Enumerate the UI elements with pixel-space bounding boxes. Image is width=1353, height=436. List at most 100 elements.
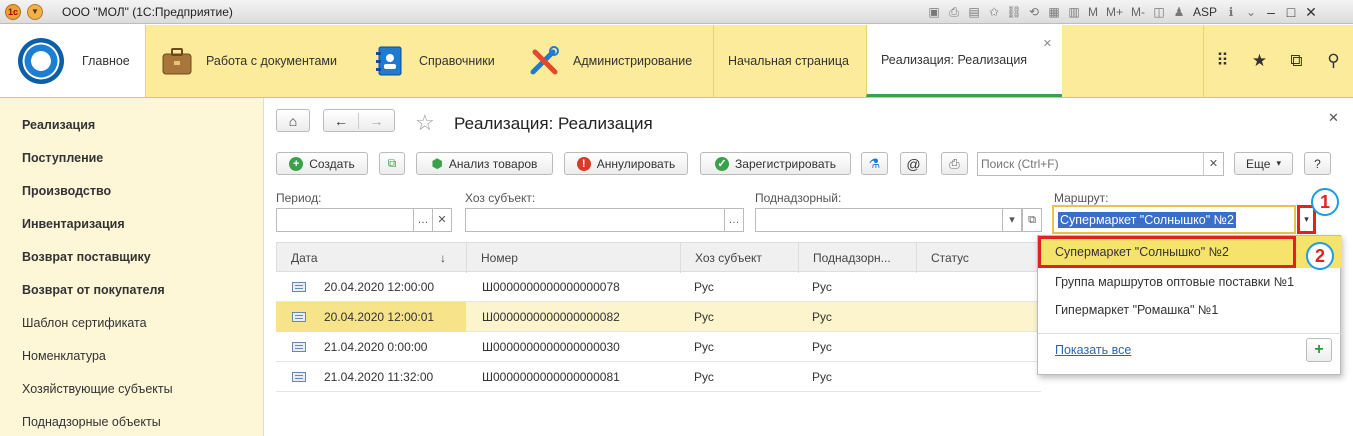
forward-icon[interactable]: →: [359, 113, 394, 129]
sidebar-item-sales[interactable]: Реализация: [22, 118, 95, 132]
cell-entity: Рус: [694, 280, 714, 294]
copy-button[interactable]: ⧉: [379, 152, 405, 175]
analysis-button[interactable]: ⬢ Анализ товаров: [416, 152, 553, 175]
info-icon[interactable]: ℹ: [1223, 4, 1239, 20]
copy-icon: ⧉: [387, 156, 397, 170]
search-field[interactable]: [981, 155, 1201, 173]
period-field[interactable]: [276, 208, 414, 232]
user-icon[interactable]: ♟: [1171, 4, 1187, 20]
back-icon[interactable]: ←: [324, 112, 360, 129]
check-shield-icon: ✓: [715, 156, 730, 171]
sidebar-item-nomenclature[interactable]: Номенклатура: [22, 349, 106, 363]
column-entity[interactable]: Хоз субъект: [681, 243, 799, 273]
supervised-field[interactable]: [755, 208, 1003, 232]
tools-icon: [530, 46, 559, 75]
search-input[interactable]: ✕: [977, 152, 1224, 176]
supervised-dropdown-icon[interactable]: ▾: [1002, 208, 1022, 232]
show-all-link[interactable]: Показать все: [1055, 343, 1131, 357]
table-row[interactable]: 21.04.2020 0:00:00 Ш0000000000000000030 …: [276, 332, 1041, 362]
period-clear-icon[interactable]: ✕: [432, 208, 452, 232]
history-icon[interactable]: ⟲: [1026, 4, 1042, 20]
favorites-icon[interactable]: ★: [1241, 25, 1278, 97]
clear-search-icon[interactable]: ✕: [1203, 153, 1223, 175]
minimize-button[interactable]: –: [1263, 4, 1279, 20]
memory-m-button[interactable]: M: [1086, 4, 1100, 20]
dropdown-item-romashka[interactable]: Гипермаркет "Ромашка" №1: [1038, 294, 1342, 326]
tab-start-page[interactable]: Начальная страница: [713, 25, 866, 97]
sidebar-item-cert-template[interactable]: Шаблон сертификата: [22, 316, 147, 330]
link-icon[interactable]: ⛓: [1006, 4, 1022, 20]
email-button[interactable]: @: [900, 152, 927, 175]
1c-logo-icon[interactable]: 1с: [5, 4, 21, 20]
entity-select-button[interactable]: …: [724, 208, 744, 232]
all-functions-icon[interactable]: ⠿: [1204, 25, 1241, 97]
route-selected-text: Супермаркет "Солнышко" №2: [1058, 212, 1236, 228]
close-window-button[interactable]: ✕: [1303, 4, 1319, 20]
create-button[interactable]: + Создать: [276, 152, 368, 175]
save-icon[interactable]: ▣: [926, 4, 942, 20]
section-home[interactable]: Главное: [0, 25, 146, 97]
chevron-down-icon[interactable]: ⌄: [1243, 4, 1259, 20]
route-dropdown-list: Супермаркет "Солнышко" №2 Группа маршрут…: [1037, 235, 1342, 375]
sidebar-item-receipt[interactable]: Поступление: [22, 151, 103, 165]
main-menu-icon[interactable]: ▼: [27, 4, 43, 20]
supervised-open-icon[interactable]: ⧉: [1022, 208, 1042, 232]
sidebar-item-inventory[interactable]: Инвентаризация: [22, 217, 125, 231]
close-form-icon[interactable]: ✕: [1328, 110, 1339, 126]
shield-icon: !: [576, 156, 591, 171]
cell-number: Ш0000000000000000082: [482, 310, 620, 324]
help-button[interactable]: ?: [1304, 152, 1331, 175]
column-date[interactable]: Дата ↓: [277, 243, 467, 273]
section-admin[interactable]: Администрирование: [527, 25, 692, 97]
cell-entity: Рус: [694, 370, 714, 384]
calendar-icon[interactable]: ▥: [1066, 4, 1082, 20]
more-button[interactable]: Еще ▾: [1234, 152, 1293, 175]
table-row-selected[interactable]: 20.04.2020 12:00:01 Ш0000000000000000082…: [276, 302, 1041, 332]
column-supervised[interactable]: Поднадзорн...: [799, 243, 917, 273]
register-button[interactable]: ✓ Зарегистрировать: [700, 152, 851, 175]
table-header: Дата ↓ Номер Хоз субъект Поднадзорн... С…: [276, 242, 1042, 273]
add-route-button[interactable]: +: [1306, 338, 1332, 362]
route-field[interactable]: Супермаркет "Солнышко" №2: [1052, 205, 1296, 234]
microscope-button[interactable]: ⚗: [861, 152, 888, 175]
home-button[interactable]: ⌂: [276, 109, 310, 132]
favorites-add-icon[interactable]: ✩: [986, 4, 1002, 20]
entity-field[interactable]: [465, 208, 725, 232]
calc-icon[interactable]: ▦: [1046, 4, 1062, 20]
column-status[interactable]: Статус: [917, 243, 1042, 273]
annul-button[interactable]: ! Аннулировать: [564, 152, 688, 175]
panel-icon[interactable]: ◫: [1151, 4, 1167, 20]
favorite-star-icon[interactable]: ☆: [415, 110, 435, 136]
form-title: Реализация: Реализация: [454, 114, 653, 133]
briefcase-icon: [162, 48, 192, 75]
history-icon[interactable]: ⧉: [1278, 25, 1315, 97]
print-icon[interactable]: ⎙: [946, 4, 962, 20]
column-number[interactable]: Номер: [467, 243, 681, 273]
section-references[interactable]: Справочники: [373, 25, 495, 97]
title-bar: 1с ▼ ООО "МОЛ" (1С:Предприятие) ▣ ⎙ ▤ ✩ …: [0, 0, 1353, 24]
cell-supervised: Рус: [812, 280, 832, 294]
table-row[interactable]: 20.04.2020 12:00:00 Ш0000000000000000078…: [276, 272, 1041, 302]
memory-minus-button[interactable]: M-: [1129, 4, 1147, 20]
memory-plus-button[interactable]: M+: [1104, 4, 1125, 20]
print-button[interactable]: ⎙: [941, 152, 968, 175]
tab-close-icon[interactable]: ✕: [1043, 37, 1052, 50]
sidebar-item-supervised[interactable]: Поднадзорные объекты: [22, 415, 161, 429]
tab-sales[interactable]: Реализация: Реализация ✕: [866, 25, 1062, 97]
sidebar-item-production[interactable]: Производство: [22, 184, 111, 198]
section-documents[interactable]: Работа с документами: [160, 25, 337, 97]
preview-icon[interactable]: ▤: [966, 4, 982, 20]
period-select-button[interactable]: …: [413, 208, 433, 232]
home-logo-icon: [18, 38, 64, 84]
table-row[interactable]: 21.04.2020 11:32:00 Ш0000000000000000081…: [276, 362, 1041, 392]
document-icon: [292, 372, 306, 382]
sidebar-item-return-supplier[interactable]: Возврат поставщику: [22, 250, 151, 264]
sidebar-item-return-customer[interactable]: Возврат от покупателя: [22, 283, 165, 297]
dropdown-item-sunny[interactable]: Супермаркет "Солнышко" №2: [1038, 236, 1296, 268]
maximize-button[interactable]: □: [1283, 4, 1299, 20]
document-icon: [292, 282, 306, 292]
search-icon[interactable]: ⚲: [1315, 25, 1352, 97]
goods-icon: ⬢: [431, 155, 443, 171]
sidebar-item-entities[interactable]: Хозяйствующие субъекты: [22, 382, 173, 396]
user-name[interactable]: ASP: [1191, 4, 1219, 20]
